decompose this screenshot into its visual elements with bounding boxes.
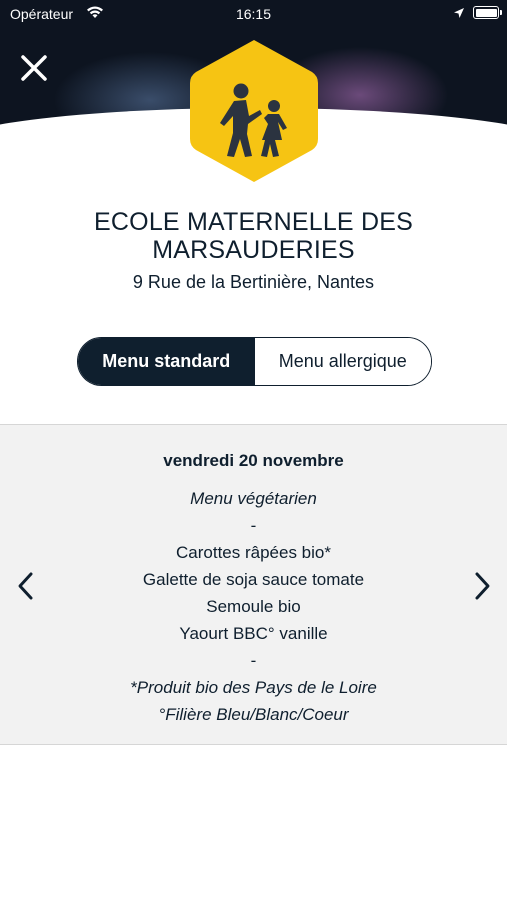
menu-note: °Filière Bleu/Blanc/Coeur: [158, 705, 349, 724]
menu-panel: vendredi 20 novembre Menu végétarien - C…: [0, 424, 507, 745]
menu-item: Carottes râpées bio*: [176, 543, 331, 562]
menu-type-selector: Menu standard Menu allergique: [77, 337, 432, 386]
menu-separator: -: [250, 651, 257, 670]
status-time: 16:15: [235, 6, 272, 22]
status-bar: Opérateur 16:15: [0, 0, 507, 28]
menu-item: Galette de soja sauce tomate: [142, 570, 365, 589]
location-arrow-icon: [453, 6, 465, 22]
menu-separator: -: [250, 516, 257, 535]
chevron-right-icon: [475, 572, 490, 600]
school-name: ECOLE MATERNELLE DES MARSAUDERIES: [94, 208, 413, 264]
previous-day-button[interactable]: [14, 570, 38, 602]
menu-item: Yaourt BBC° vanille: [179, 624, 328, 643]
close-icon: [21, 55, 47, 81]
menu-note: *Produit bio des Pays de le Loire: [130, 678, 377, 697]
close-button[interactable]: [18, 52, 50, 84]
menu-date: vendredi 20 novembre: [163, 451, 344, 470]
battery-icon: [473, 6, 502, 19]
menu-item: Semoule bio: [206, 597, 301, 616]
next-day-button[interactable]: [470, 570, 494, 602]
school-children-icon: [190, 40, 318, 182]
school-badge: [186, 36, 322, 186]
tab-menu-standard[interactable]: Menu standard: [78, 338, 255, 385]
school-address: 9 Rue de la Bertinière, Nantes: [132, 272, 375, 292]
chevron-left-icon: [18, 572, 33, 600]
tab-menu-allergique[interactable]: Menu allergique: [254, 338, 431, 385]
menu-content: Menu végétarien - Carottes râpées bio* G…: [60, 485, 447, 728]
menu-type: Menu végétarien: [190, 489, 317, 508]
